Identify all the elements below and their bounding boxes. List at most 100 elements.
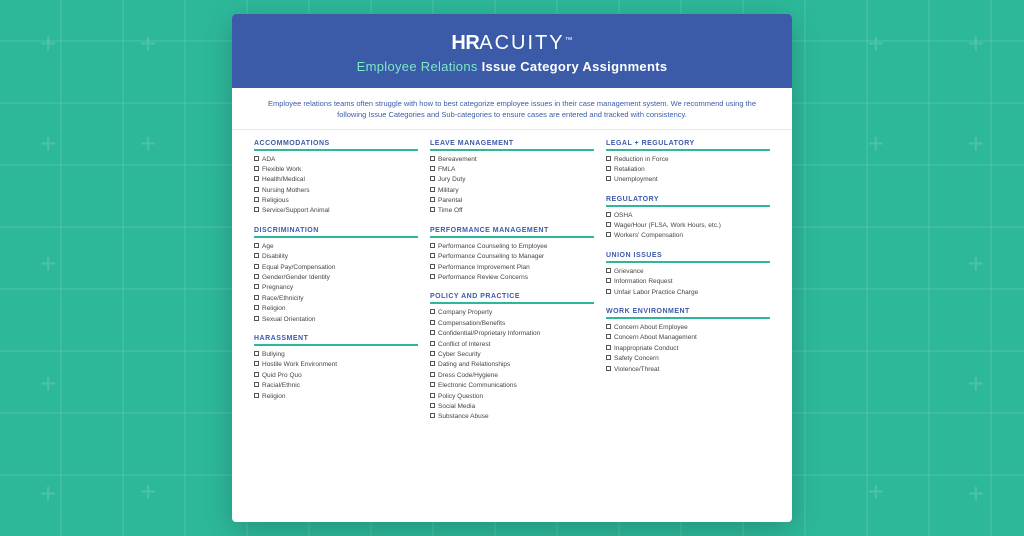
list-item: Pregnancy [254, 283, 418, 293]
checkbox-icon [430, 361, 435, 366]
bg-plus-15: + [140, 478, 156, 506]
item-label: Age [262, 242, 274, 252]
item-list: AgeDisabilityEqual Pay/CompensationGende… [254, 242, 418, 325]
list-item: Confidential/Proprietary Information [430, 329, 594, 339]
checkbox-icon [430, 320, 435, 325]
list-item: Parental [430, 196, 594, 206]
checkbox-icon [606, 345, 611, 350]
checkbox-icon [606, 222, 611, 227]
checkbox-icon [606, 278, 611, 283]
bg-plus-16: + [868, 478, 884, 506]
item-list: Concern About EmployeeConcern About Mana… [606, 323, 770, 375]
subtitle-white: Issue Category Assignments [482, 59, 668, 74]
category-title: REGULATORY [606, 196, 770, 207]
section-leave-management: LEAVE MANAGEMENT BereavementFMLAJury Duty… [430, 140, 594, 217]
bg-plus-8: + [968, 250, 984, 278]
item-label: Cyber Security [438, 350, 481, 360]
item-label: Policy Question [438, 392, 483, 402]
list-item: Electronic Communications [430, 381, 594, 391]
checkbox-icon [606, 289, 611, 294]
logo-acuity: ACUITY [479, 32, 564, 54]
item-label: Confidential/Proprietary Information [438, 329, 540, 339]
checkbox-icon [606, 232, 611, 237]
list-item: Disability [254, 252, 418, 262]
item-label: Performance Counseling to Manager [438, 252, 544, 262]
category-title: ACCOMMODATIONS [254, 140, 418, 151]
list-item: Workers' Compensation [606, 231, 770, 241]
column-3: LEGAL + REGULATORYReduction in ForceReta… [600, 140, 776, 515]
checkbox-icon [430, 351, 435, 356]
checkbox-icon [430, 403, 435, 408]
list-item: Performance Review Concerns [430, 273, 594, 283]
checkbox-icon [606, 156, 611, 161]
checkbox-icon [606, 268, 611, 273]
item-label: Equal Pay/Compensation [262, 263, 335, 273]
item-label: ADA [262, 155, 275, 165]
list-item: Reduction in Force [606, 155, 770, 165]
checkbox-icon [430, 309, 435, 314]
checkbox-icon [254, 305, 259, 310]
checkbox-icon [606, 212, 611, 217]
item-label: Service/Support Animal [262, 206, 330, 216]
section-union-issues: UNION ISSUES GrievanceInformation Request… [606, 252, 770, 298]
list-item: Hostile Work Environment [254, 360, 418, 370]
item-label: Religion [262, 304, 286, 314]
item-label: Grievance [614, 267, 644, 277]
list-item: Bereavement [430, 155, 594, 165]
checkbox-icon [430, 197, 435, 202]
list-item: Wage/Hour (FLSA, Work Hours, etc.) [606, 221, 770, 231]
item-label: Race/Ethnicity [262, 294, 304, 304]
list-item: Religion [254, 304, 418, 314]
list-item: Race/Ethnicity [254, 294, 418, 304]
category-title: UNION ISSUES [606, 252, 770, 263]
item-label: Racial/Ethnic [262, 381, 300, 391]
checkbox-icon [430, 413, 435, 418]
item-label: Time Off [438, 206, 463, 216]
intro-section: Employee relations teams often struggle … [232, 88, 792, 130]
list-item: Nursing Mothers [254, 186, 418, 196]
item-label: OSHA [614, 211, 632, 221]
checkbox-icon [606, 334, 611, 339]
subtitle-green: Employee Relations [357, 59, 478, 74]
checkbox-icon [254, 295, 259, 300]
logo-area: HRACUITY™ [252, 32, 772, 55]
item-label: Electronic Communications [438, 381, 517, 391]
list-item: ADA [254, 155, 418, 165]
list-item: FMLA [430, 165, 594, 175]
checkbox-icon [254, 243, 259, 248]
item-list: BereavementFMLAJury DutyMilitaryParental… [430, 155, 594, 217]
checkbox-icon [430, 382, 435, 387]
list-item: Concern About Management [606, 333, 770, 343]
item-list: BullyingHostile Work EnvironmentQuid Pro… [254, 350, 418, 402]
item-list: Company PropertyCompensation/BenefitsCon… [430, 308, 594, 422]
item-label: Wage/Hour (FLSA, Work Hours, etc.) [614, 221, 721, 231]
item-label: Gender/Gender Identity [262, 273, 330, 283]
main-card: HRACUITY™ Employee Relations Issue Categ… [232, 14, 792, 522]
list-item: Bullying [254, 350, 418, 360]
item-label: Nursing Mothers [262, 186, 310, 196]
checkbox-icon [254, 207, 259, 212]
list-item: Service/Support Animal [254, 206, 418, 216]
list-item: Military [430, 186, 594, 196]
item-list: GrievanceInformation RequestUnfair Labor… [606, 267, 770, 298]
checkbox-icon [254, 187, 259, 192]
checkbox-icon [430, 330, 435, 335]
item-label: Bereavement [438, 155, 477, 165]
list-item: Health/Medical [254, 175, 418, 185]
item-label: Compensation/Benefits [438, 319, 505, 329]
item-label: Conflict of Interest [438, 340, 490, 350]
list-item: Performance Improvement Plan [430, 263, 594, 273]
item-label: Flexible Work [262, 165, 301, 175]
checkbox-icon [254, 197, 259, 202]
checkbox-icon [254, 351, 259, 356]
bg-plus-5: + [40, 130, 56, 158]
list-item: Dress Code/Hygiene [430, 371, 594, 381]
content-area: ACCOMMODATIONS ADAFlexible WorkHealth/Med… [232, 130, 792, 523]
item-label: Workers' Compensation [614, 231, 683, 241]
section-harassment: HARASSMENTBullyingHostile Work Environme… [254, 335, 418, 402]
item-label: Hostile Work Environment [262, 360, 337, 370]
category-title: LEAVE MANAGEMENT [430, 140, 594, 151]
item-label: Concern About Employee [614, 323, 688, 333]
checkbox-icon [254, 253, 259, 258]
bg-plus-11: + [40, 480, 56, 508]
